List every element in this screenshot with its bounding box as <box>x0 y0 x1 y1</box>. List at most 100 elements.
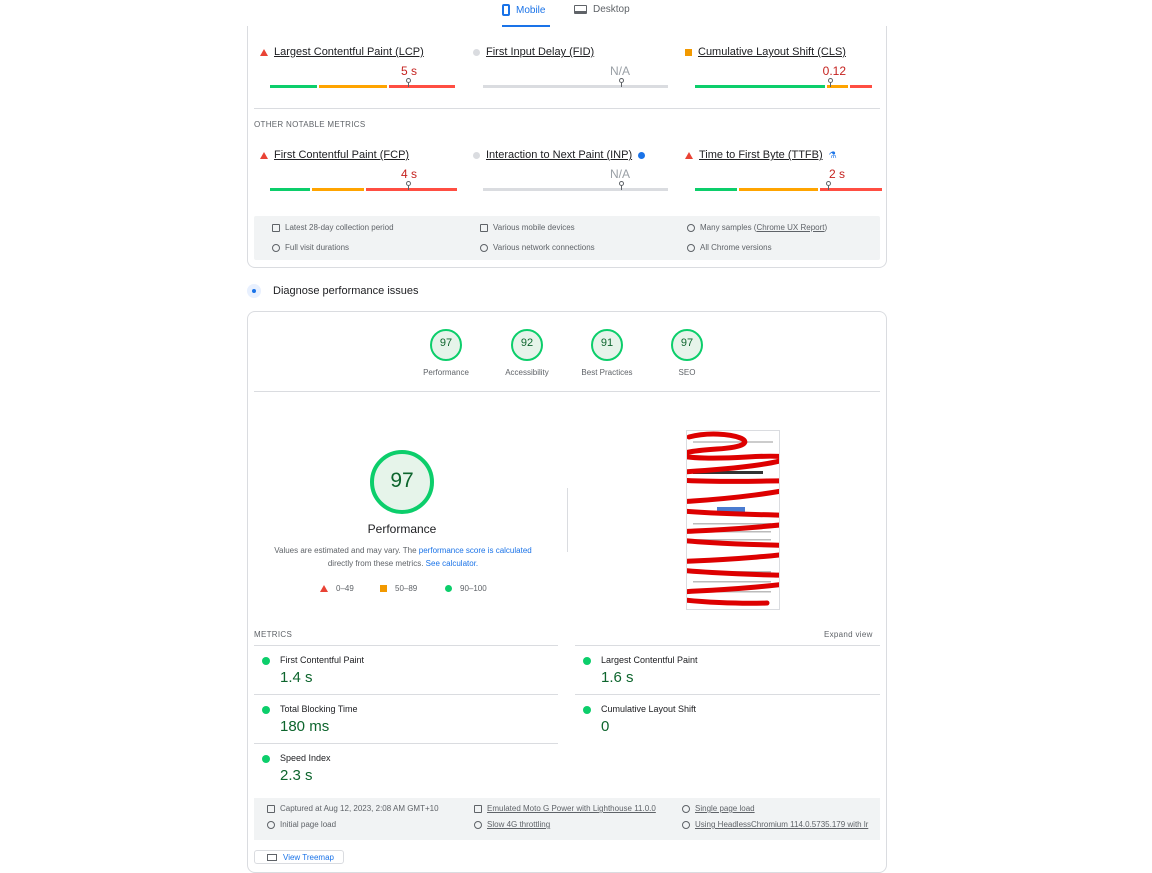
info-samples: Many samples (Chrome UX Report) <box>687 223 827 232</box>
beaker-icon: ⚗ <box>828 149 837 160</box>
score-seo-label: SEO <box>678 368 696 377</box>
lab-metric-fcp-value: 1.4 s <box>280 669 313 686</box>
phone-icon <box>502 4 510 16</box>
info-device: Emulated Moto G Power with Lighthouse 11… <box>474 804 656 813</box>
metric-fid-value: N/A <box>609 64 630 78</box>
see-calculator-link[interactable]: See calculator. <box>426 559 478 568</box>
info-throttle-link[interactable]: Slow 4G throttling <box>487 820 550 829</box>
score-note: Values are estimated and may vary. The p… <box>268 544 538 570</box>
field-data-card: Largest Contentful Paint (LCP) 5 s First… <box>247 26 887 268</box>
legend-square-icon <box>380 585 387 592</box>
metric-fcp-title[interactable]: First Contentful Paint (FCP) <box>274 149 409 161</box>
score-performance-label: Performance <box>423 368 469 377</box>
chrome-icon <box>687 243 695 252</box>
info-browser-link[interactable]: Using HeadlessChromium 114.0.5735.179 wi… <box>695 820 868 829</box>
main-score-label: Performance <box>367 522 437 536</box>
metric-fid-marker <box>619 78 624 87</box>
chrome-ux-report-link[interactable]: Chrome UX Report <box>756 223 824 232</box>
good-dot-icon <box>583 657 591 665</box>
legend-triangle-icon <box>320 585 328 592</box>
score-accessibility[interactable]: 92 Accessibility <box>497 328 557 377</box>
info-device-link[interactable]: Emulated Moto G Power with Lighthouse 11… <box>487 804 656 813</box>
score-accessibility-value: 92 <box>520 337 534 349</box>
info-chrome: All Chrome versions <box>687 243 772 252</box>
metric-lcp-title[interactable]: Largest Contentful Paint (LCP) <box>274 46 424 58</box>
score-note-text-2: directly from these metrics. <box>327 559 426 568</box>
metric-fid: First Input Delay (FID) N/A <box>473 46 673 96</box>
metric-cls: Cumulative Layout Shift (CLS) 0.12 <box>685 46 885 96</box>
divider <box>575 645 880 646</box>
info-chrome-text: All Chrome versions <box>700 243 772 252</box>
metric-inp-marker <box>619 181 624 190</box>
poor-triangle-icon <box>260 48 268 56</box>
diagnose-header: Diagnose performance issues <box>247 284 419 298</box>
tab-desktop-label: Desktop <box>593 4 630 15</box>
diagnose-title: Diagnose performance issues <box>273 285 419 297</box>
main-performance-gauge: 97 <box>368 449 436 515</box>
chrome-icon <box>682 820 690 829</box>
metric-cls-title[interactable]: Cumulative Layout Shift (CLS) <box>698 46 846 58</box>
score-calculated-link[interactable]: performance score is calculated <box>419 546 532 555</box>
lab-metric-lcp-value: 1.6 s <box>601 669 634 686</box>
score-best-practices-label: Best Practices <box>581 368 633 377</box>
score-performance[interactable]: 97 Performance <box>416 328 476 377</box>
info-network-text: Various network connections <box>493 243 595 252</box>
info-durations-text: Full visit durations <box>285 243 350 252</box>
legend-circle-icon <box>445 585 452 592</box>
divider <box>254 694 558 695</box>
lab-metric-fcp-title: First Contentful Paint <box>280 655 365 665</box>
info-durations: Full visit durations <box>272 243 349 252</box>
lab-metric-tbt-title: Total Blocking Time <box>280 704 358 714</box>
tab-desktop[interactable]: Desktop <box>574 4 630 15</box>
lab-metric-cls-value: 0 <box>601 718 610 735</box>
info-session: Single page load <box>682 804 755 813</box>
metric-ttfb-title[interactable]: Time to First Byte (TTFB) <box>699 149 823 161</box>
info-captured-text: Captured at Aug 12, 2023, 2:08 AM GMT+10 <box>280 804 439 813</box>
calendar-icon <box>267 804 275 813</box>
poor-triangle-icon <box>260 151 268 159</box>
good-dot-icon <box>262 706 270 714</box>
tab-mobile[interactable]: Mobile <box>502 4 545 16</box>
info-throttle: Slow 4G throttling <box>474 820 550 829</box>
view-treemap-label: View Treemap <box>283 852 334 862</box>
info-devices: Various mobile devices <box>480 223 575 232</box>
lab-metric-lcp-title: Largest Contentful Paint <box>601 655 698 665</box>
good-dot-icon <box>262 657 270 665</box>
treemap-icon <box>267 853 277 861</box>
info-network: Various network connections <box>480 243 595 252</box>
metric-fcp-bar <box>270 188 457 191</box>
timer-icon <box>272 243 280 252</box>
metrics-label: METRICS <box>254 630 293 639</box>
lab-data-card: 97 Performance 92 Accessibility 91 Best … <box>247 311 887 873</box>
view-treemap-button[interactable]: View Treemap <box>254 850 344 864</box>
divider <box>254 645 558 646</box>
laptop-icon <box>574 5 587 14</box>
good-dot-icon <box>262 755 270 763</box>
legend-poor: 0–49 <box>320 584 354 593</box>
metric-fid-title[interactable]: First Input Delay (FID) <box>486 46 594 58</box>
score-seo[interactable]: 97 SEO <box>657 328 717 377</box>
info-initial-text: Initial page load <box>280 820 337 829</box>
info-icon[interactable] <box>638 151 646 159</box>
metric-cls-bar <box>695 85 872 88</box>
page-screenshot[interactable] <box>686 430 780 610</box>
lab-metric-cls-title: Cumulative Layout Shift <box>601 704 697 714</box>
info-devices-text: Various mobile devices <box>493 223 575 232</box>
expand-view-toggle[interactable]: Expand view <box>824 630 873 639</box>
info-session-link[interactable]: Single page load <box>695 804 755 813</box>
metric-inp-bar <box>483 188 668 191</box>
lab-data-icon <box>247 284 261 298</box>
metric-inp-title[interactable]: Interaction to Next Paint (INP) <box>486 149 632 161</box>
devices-icon <box>480 223 488 232</box>
metric-lcp-value: 5 s <box>400 64 417 78</box>
lab-metric-tbt: Total Blocking Time 180 ms <box>254 704 554 744</box>
metric-ttfb-value: 2 s <box>828 167 845 181</box>
lab-info-box: Captured at Aug 12, 2023, 2:08 AM GMT+10… <box>254 798 880 840</box>
device-icon <box>474 804 482 813</box>
metric-cls-value: 0.12 <box>822 64 846 78</box>
divider <box>254 743 558 744</box>
info-samples-suffix: ) <box>824 223 828 232</box>
timer-icon <box>267 820 275 829</box>
score-best-practices[interactable]: 91 Best Practices <box>577 328 637 377</box>
legend-poor-text: 0–49 <box>336 584 354 593</box>
